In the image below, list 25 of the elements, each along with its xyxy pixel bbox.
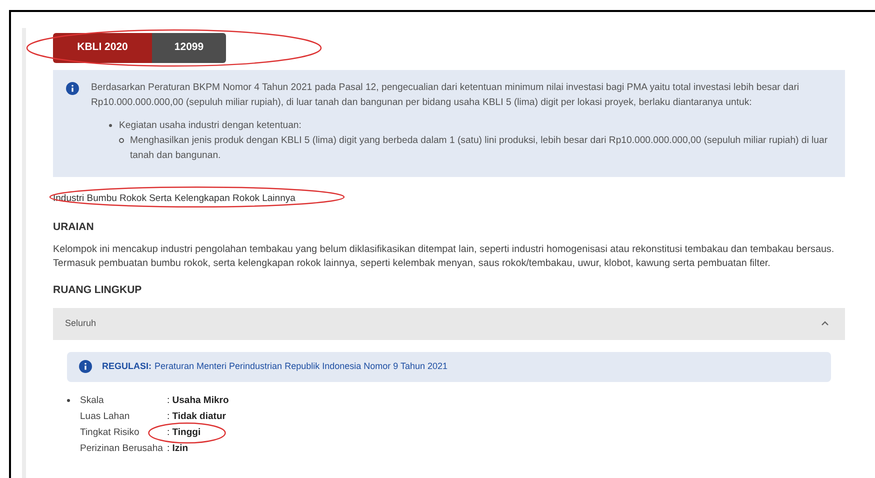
bullet-icon — [67, 398, 70, 402]
info-icon — [66, 82, 79, 95]
kbli-version-label: KBLI 2020 — [53, 33, 152, 63]
detail-label: Perizinan Berusaha — [80, 442, 164, 456]
chevron-up-icon — [821, 321, 829, 326]
detail-label: Skala — [80, 394, 105, 408]
detail-value: : Izin — [167, 442, 188, 456]
notice-text: Berdasarkan Peraturan BKPM Nomor 4 Tahun 2021 pada Pasal 12, pengecualian dari ketentuan minimum nilai investasi bagi PMA yaitu total investasi lebih besar dari Rp10.000.000.000,00 (sepuluh miliar rupiah), di luar tanah dan bangunan per bidang usaha KBLI 5 (lima) digit per lokasi proyek, berlaku diantaranya untuk: — [91, 81, 800, 110]
detail-value: : Usaha Mikro — [167, 394, 229, 408]
bullet-icon — [109, 124, 112, 127]
description-text: Kelompok ini mencakup industri pengolahan tembakau yang belum diklasifikasikan ditempat lain, seperti industri homogenisasi atau rekonstitusi tembakau dan tembakau bersaus. Termasuk pembuatan bumbu rokok, serta kelengkapan rokok lainnya, seperti kelembak menyan, saus rokok/tembakau, uwur, klobot, kawung serta pembuatan filter. — [53, 243, 836, 271]
notice-item: Kegiatan usaha industri dengan ketentuan: — [119, 119, 302, 133]
bullet-icon — [119, 138, 124, 143]
kbli-code: 12099 — [152, 33, 226, 63]
detail-label: Tingkat Risiko — [80, 426, 140, 440]
detail-value: : Tidak diatur — [167, 410, 226, 424]
regulation-label: REGULASI: — [102, 360, 152, 373]
notice-subitem: Menghasilkan jenis produk dengan KBLI 5 (lima) digit yang berbeda dalam 1 (satu) lini produksi, lebih besar dari Rp10.000.000.000,00 (sepuluh miliar rupiah) di luar tanah dan bangunan. — [130, 134, 829, 163]
section-heading: RUANG LINGKUP — [53, 283, 143, 298]
section-heading: URAIAN — [53, 220, 95, 236]
accordion-header[interactable]: Seluruh — [53, 308, 845, 340]
detail-label: Luas Lahan — [80, 410, 131, 424]
info-icon — [79, 360, 92, 374]
regulation-text: Peraturan Menteri Perindustrian Republik Indonesia Nomor 9 Tahun 2021 — [154, 360, 448, 373]
detail-value: : Tinggi — [167, 426, 201, 440]
